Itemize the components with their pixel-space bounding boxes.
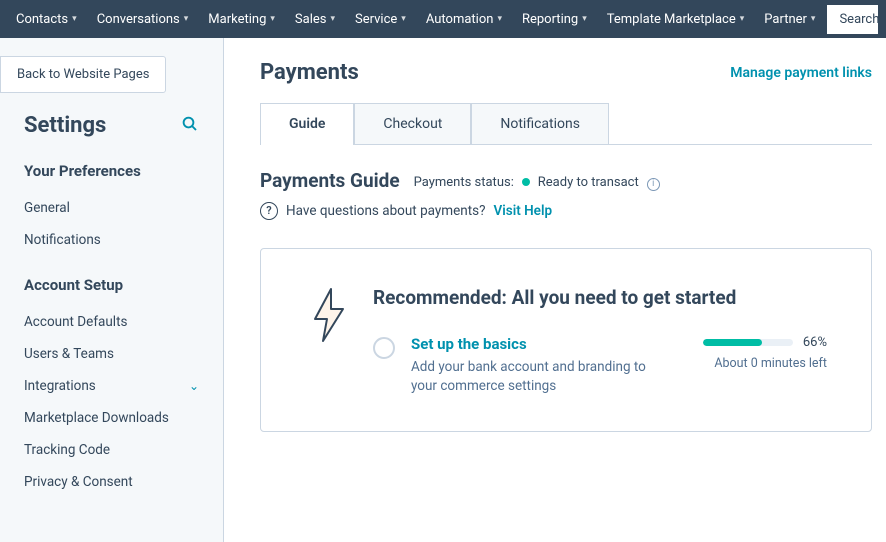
tab-notifications[interactable]: Notifications: [471, 103, 609, 144]
nav-item-partner[interactable]: Partner▾: [756, 6, 823, 33]
nav-item-reporting[interactable]: Reporting▾: [514, 6, 595, 33]
sidebar-item-privacy-consent[interactable]: Privacy & Consent: [0, 466, 223, 498]
chevron-down-icon: ▾: [270, 14, 275, 24]
nav-item-sales[interactable]: Sales▾: [287, 6, 343, 33]
help-question-text: Have questions about payments?: [286, 203, 486, 219]
status-dot-icon: [522, 178, 530, 186]
recommended-card: Recommended: All you need to get started…: [260, 248, 872, 432]
nav-item-template-marketplace[interactable]: Template Marketplace▾: [599, 6, 753, 33]
info-icon[interactable]: i: [647, 178, 660, 191]
sidebar-item-integrations[interactable]: Integrations⌄: [0, 370, 223, 402]
nav-item-conversations[interactable]: Conversations▾: [89, 6, 197, 33]
sidebar-item-marketplace-downloads[interactable]: Marketplace Downloads: [0, 402, 223, 434]
global-search-input[interactable]: Search: [827, 5, 878, 34]
time-left-text: About 0 minutes left: [677, 356, 827, 371]
tab-guide[interactable]: Guide: [260, 103, 354, 144]
chevron-down-icon: ▾: [184, 14, 189, 24]
search-icon[interactable]: [181, 115, 199, 137]
payments-status-label: Payments status:: [414, 175, 514, 190]
lightning-bolt-icon: [305, 285, 353, 345]
page-title: Payments: [260, 60, 359, 85]
chevron-down-icon: ▾: [72, 14, 77, 24]
progress-percent: 66%: [803, 335, 827, 350]
tab-checkout[interactable]: Checkout: [354, 103, 471, 144]
chevron-down-icon: ▾: [582, 14, 587, 24]
step-description: Add your bank account and branding to yo…: [411, 358, 661, 396]
card-title: Recommended: All you need to get started: [373, 285, 827, 311]
step-title-link[interactable]: Set up the basics: [411, 335, 661, 353]
sidebar-section-your-preferences: Your Preferences: [0, 162, 223, 180]
chevron-down-icon: ▾: [811, 14, 816, 24]
top-nav: Contacts▾Conversations▾Marketing▾Sales▾S…: [0, 0, 886, 38]
sidebar-item-account-defaults[interactable]: Account Defaults: [0, 306, 223, 338]
sidebar-item-tracking-code[interactable]: Tracking Code: [0, 434, 223, 466]
progress-bar: [703, 339, 793, 346]
chevron-down-icon: ▾: [330, 14, 335, 24]
settings-title: Settings: [24, 113, 106, 138]
main-content: Payments Manage payment links GuideCheck…: [224, 38, 886, 542]
nav-item-service[interactable]: Service▾: [347, 6, 414, 33]
manage-payment-links-link[interactable]: Manage payment links: [730, 65, 872, 81]
question-icon: ?: [260, 202, 278, 220]
chevron-down-icon: ⌄: [189, 379, 199, 393]
visit-help-link[interactable]: Visit Help: [494, 203, 553, 219]
sidebar-item-general[interactable]: General: [0, 192, 223, 224]
sidebar-item-notifications[interactable]: Notifications: [0, 224, 223, 256]
nav-item-contacts[interactable]: Contacts▾: [8, 6, 85, 33]
nav-item-automation[interactable]: Automation▾: [418, 6, 510, 33]
sidebar-section-account-setup: Account Setup: [0, 276, 223, 294]
settings-sidebar: Back to Website Pages Settings Your Pref…: [0, 38, 224, 542]
payments-guide-heading: Payments Guide: [260, 169, 400, 192]
chevron-down-icon: ▾: [497, 14, 502, 24]
nav-item-marketing[interactable]: Marketing▾: [200, 6, 283, 33]
sidebar-item-users-teams[interactable]: Users & Teams: [0, 338, 223, 370]
chevron-down-icon: ▾: [401, 14, 406, 24]
back-to-website-pages-button[interactable]: Back to Website Pages: [0, 56, 166, 93]
payments-status-value: Ready to transact: [538, 175, 639, 190]
tabs: GuideCheckoutNotifications: [260, 103, 872, 145]
chevron-down-icon: ▾: [740, 14, 745, 24]
step-checkbox[interactable]: [373, 337, 395, 359]
